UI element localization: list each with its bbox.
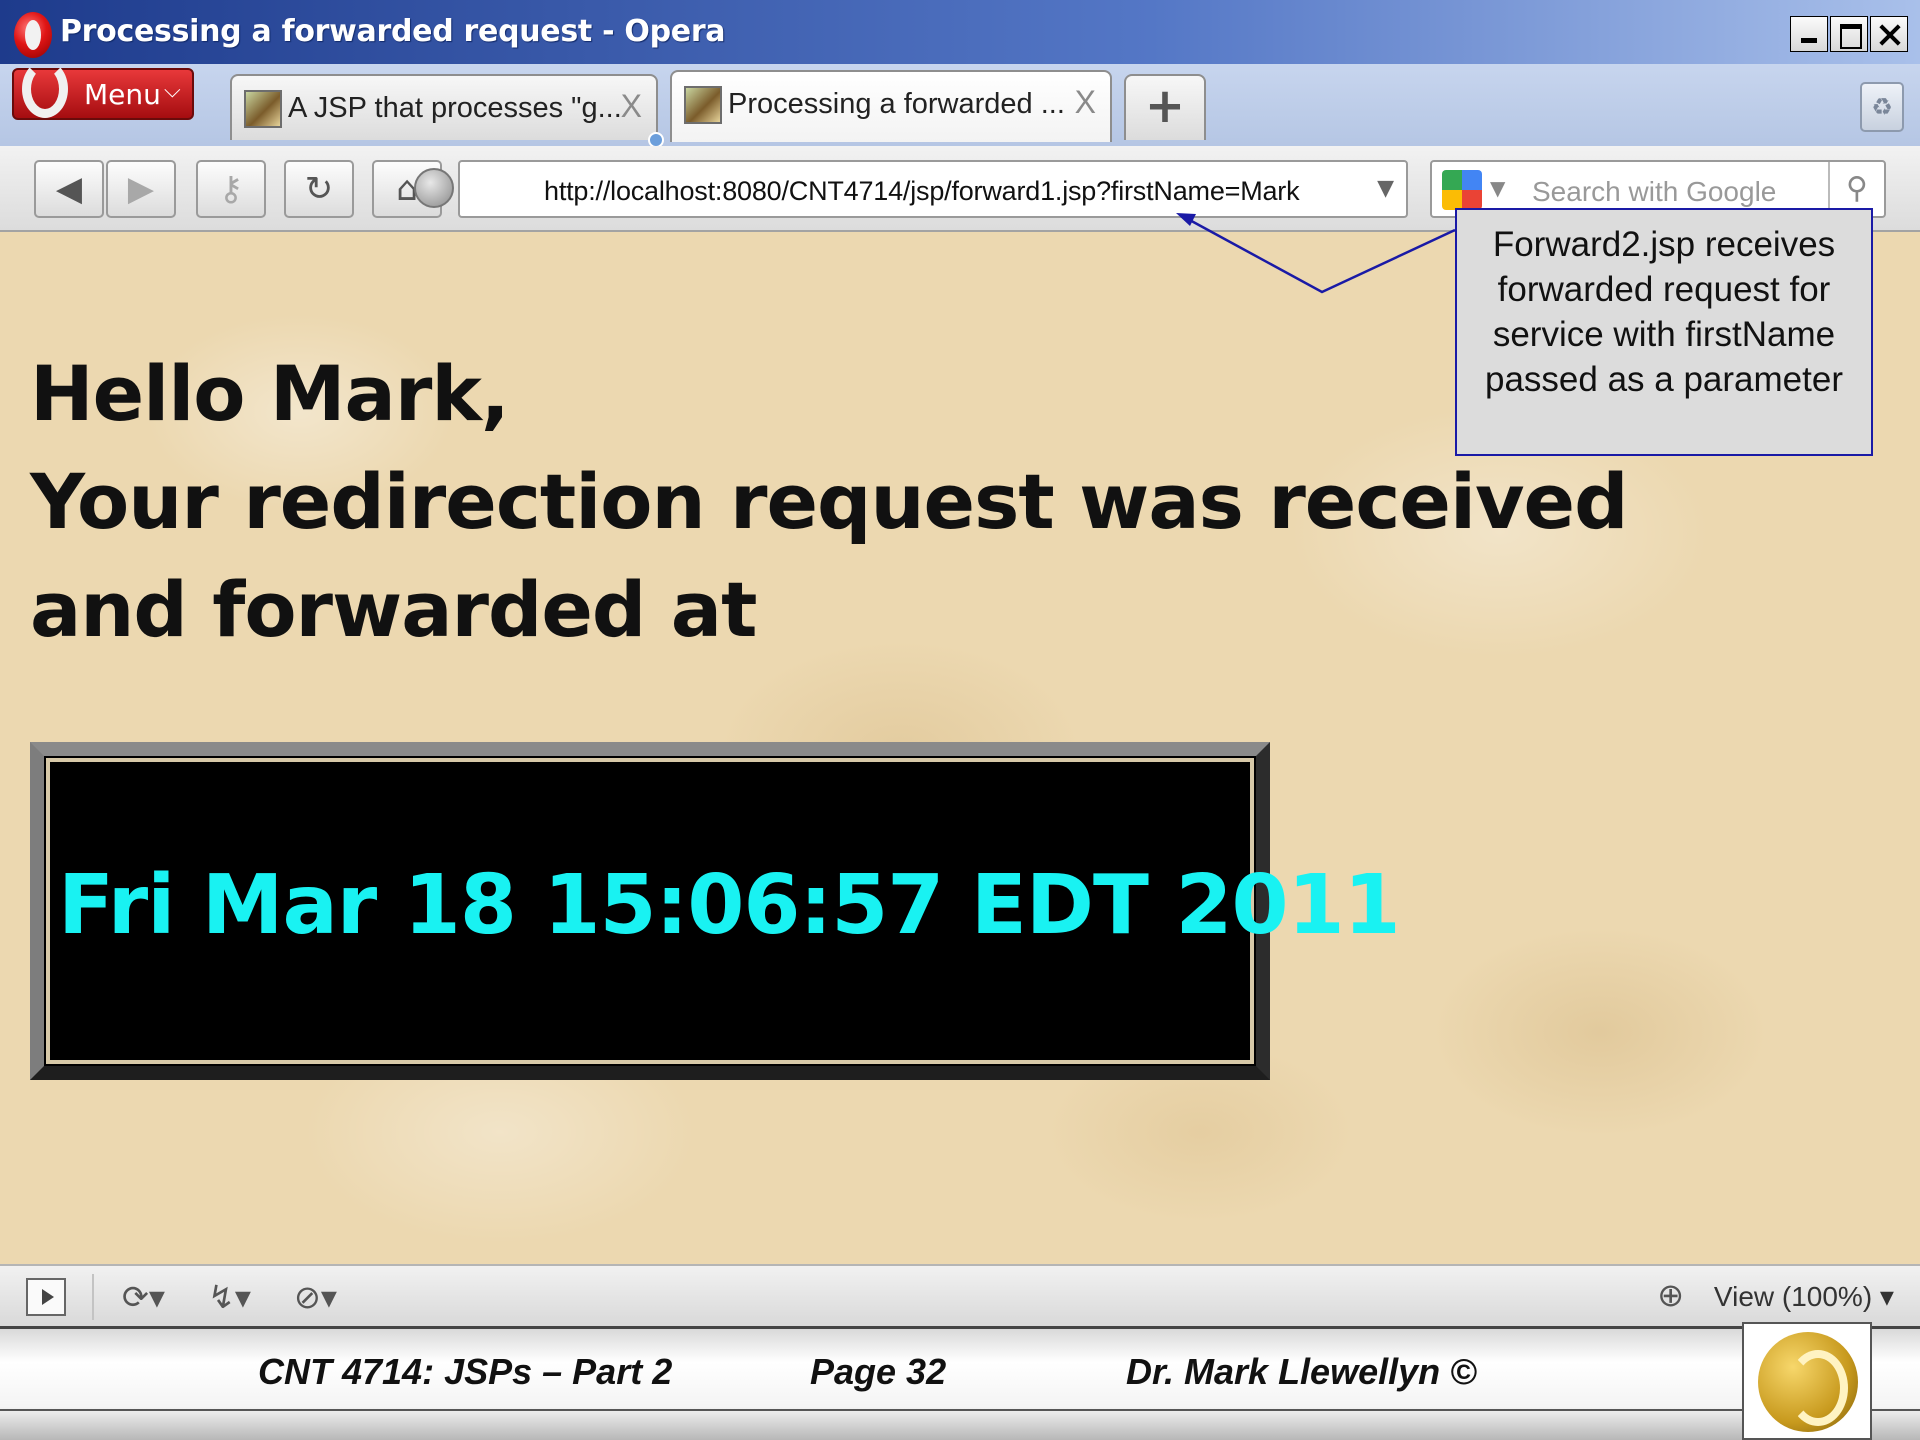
google-icon[interactable]	[1442, 170, 1482, 210]
greeting-line-2: Your redirection request was received	[30, 457, 1628, 546]
tab-jsp-processes[interactable]: A JSP that processes "g... X	[230, 74, 658, 140]
tomcat-favicon-icon	[244, 90, 282, 128]
greeting-text: Hello Mark, Your redirection request was…	[30, 340, 1630, 664]
url-text: http://localhost:8080/CNT4714/jsp/forwar…	[544, 176, 1300, 206]
ucf-pegasus-logo-icon	[1758, 1332, 1858, 1432]
opera-menu-button[interactable]: Menu ⌵	[12, 60, 194, 120]
footer-divider	[0, 1409, 1920, 1411]
course-title: CNT 4714: JSPs – Part 2	[258, 1351, 673, 1392]
forward-arrow-icon[interactable]: ▶	[106, 160, 176, 218]
zoom-label: View (100%)	[1713, 1281, 1873, 1312]
window-title: Processing a forwarded request - Opera	[60, 14, 726, 49]
timestamp-panel: Fri Mar 18 15:06:57 EDT 2011	[46, 758, 1401, 1064]
status-bar: ⟳▾ ↯▾ ⊘▾ ⊕ View (100%) ▾	[0, 1264, 1920, 1326]
greeting-line-3: and forwarded at	[30, 565, 757, 654]
tab-close-icon[interactable]: X	[621, 88, 642, 125]
page-number: Page 32	[810, 1351, 947, 1392]
opera-menu-icon	[22, 60, 68, 118]
close-window-button[interactable]	[1870, 16, 1908, 52]
tab-title: A JSP that processes "g...	[288, 92, 622, 124]
url-input[interactable]: http://localhost:8080/CNT4714/jsp/forwar…	[414, 160, 1408, 218]
back-arrow-icon[interactable]: ◀	[34, 160, 104, 218]
menu-label: Menu	[84, 78, 161, 111]
block-content-icon[interactable]: ⊘▾	[294, 1278, 337, 1316]
sync-icon[interactable]: ⟳▾	[122, 1278, 165, 1316]
tab-close-icon[interactable]: X	[1075, 84, 1096, 121]
turbo-icon[interactable]: ↯▾	[208, 1278, 251, 1316]
ucf-logo-frame	[1742, 1322, 1872, 1440]
panel-toggle-icon[interactable]	[26, 1278, 66, 1316]
maximize-button[interactable]	[1830, 16, 1868, 52]
window-controls	[1788, 16, 1908, 52]
window-titlebar: Processing a forwarded request - Opera	[0, 0, 1920, 70]
closed-tabs-trash-icon[interactable]: ♻	[1860, 82, 1904, 132]
chevron-down-icon[interactable]: ▼	[1377, 176, 1394, 201]
greeting-line-1: Hello Mark,	[30, 349, 510, 438]
zoom-icon[interactable]: ⊕	[1657, 1276, 1684, 1314]
slide-footer: CNT 4714: JSPs – Part 2 Page 32 Dr. Mark…	[0, 1326, 1920, 1440]
timestamp-frame: Fri Mar 18 15:06:57 EDT 2011	[30, 742, 1401, 1080]
tomcat-favicon-icon	[684, 86, 722, 124]
divider	[92, 1274, 94, 1320]
globe-icon	[414, 168, 454, 208]
reload-icon[interactable]: ↻	[284, 160, 354, 218]
chevron-down-icon[interactable]: ▼	[1490, 176, 1505, 200]
key-icon[interactable]: ⚷	[196, 160, 266, 218]
minimize-button[interactable]	[1790, 16, 1828, 52]
chevron-down-icon: ⌵	[164, 78, 181, 103]
timestamp: Fri Mar 18 15:06:57 EDT 2011	[58, 858, 1401, 953]
annotation-callout: Forward2.jsp receives forwarded request …	[1455, 208, 1873, 456]
zoom-level[interactable]: View (100%) ▾	[1714, 1280, 1894, 1313]
search-placeholder: Search with Google	[1532, 176, 1777, 207]
new-tab-button[interactable]: +	[1124, 74, 1206, 140]
opera-logo-icon	[14, 12, 52, 58]
tab-title: Processing a forwarded ...	[728, 88, 1065, 120]
author: Dr. Mark Llewellyn ©	[1126, 1351, 1477, 1392]
tab-bar: Menu ⌵ A JSP that processes "g... X Proc…	[0, 60, 1920, 148]
tab-processing-forwarded[interactable]: Processing a forwarded ... X	[670, 70, 1112, 142]
